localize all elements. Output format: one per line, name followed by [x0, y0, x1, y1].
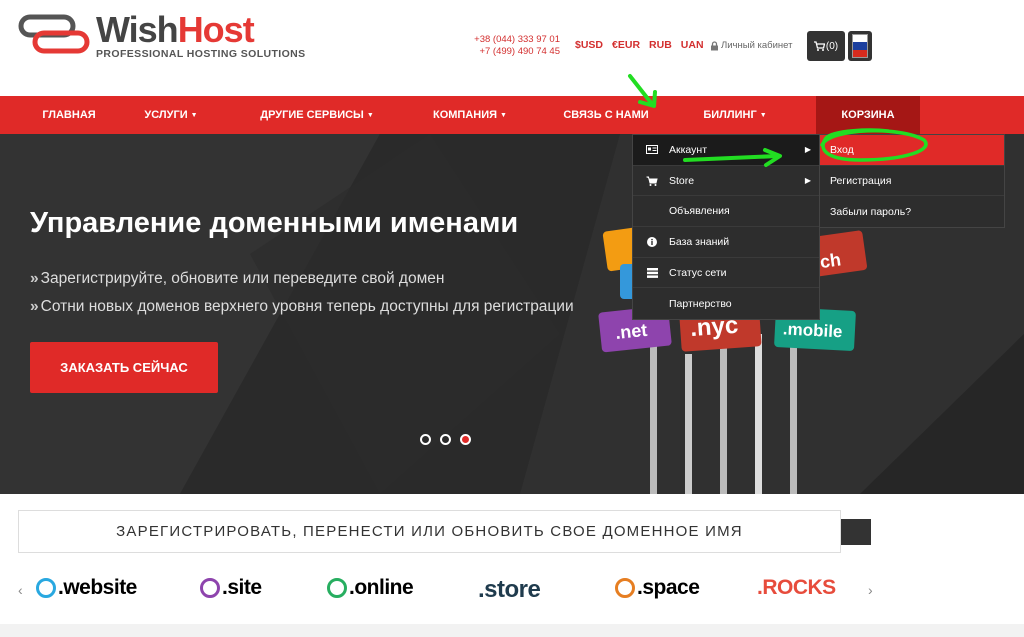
chevron-right-icon[interactable]: › [868, 582, 873, 598]
caret-right-icon: ▶ [804, 145, 811, 155]
site-header: WishHost PROFESSIONAL HOSTING SOLUTIONS … [0, 0, 1024, 96]
cart-icon [813, 41, 825, 51]
submenu-login[interactable]: Вход [820, 135, 1004, 166]
server-icon [639, 267, 665, 278]
sign-mobile: .mobile [782, 319, 842, 341]
cart-count: (0) [825, 40, 839, 52]
nav-company[interactable]: КОМПАНИЯ ▼ [430, 96, 510, 134]
tld-site[interactable]: .site [200, 576, 262, 600]
submenu-forgot-password[interactable]: Забыли пароль? [820, 196, 1004, 227]
slider-dot-1[interactable] [420, 434, 431, 445]
nav-home[interactable]: ГЛАВНАЯ [0, 96, 138, 134]
nav-contact[interactable]: СВЯЗЬ С НАМИ [510, 96, 702, 134]
language-button[interactable] [848, 31, 872, 61]
cart-button[interactable]: (0) [807, 31, 845, 61]
currency-uan[interactable]: UAN [681, 39, 704, 51]
tld-store[interactable]: .store [478, 576, 541, 604]
tld-rocks[interactable]: .ROCKS [757, 576, 836, 600]
domain-search-button[interactable] [841, 519, 871, 545]
double-chevron-icon: » [30, 298, 39, 315]
sign-net: .net [614, 320, 648, 343]
globe-icon [327, 578, 347, 598]
cabinet-label: Личный кабинет [721, 40, 793, 51]
double-chevron-icon: » [30, 270, 39, 287]
logo[interactable]: WishHost PROFESSIONAL HOSTING SOLUTIONS [18, 10, 306, 60]
tld-space[interactable]: .space [615, 576, 700, 600]
domain-search-bar[interactable]: ЗАРЕГИСТРИРОВАТЬ, ПЕРЕНЕСТИ ИЛИ ОБНОВИТЬ… [18, 510, 841, 553]
billing-item-account[interactable]: Аккаунт ▶ [633, 135, 819, 166]
logo-mark-icon [18, 14, 90, 54]
hero-title: Управление доменными именами [30, 207, 519, 239]
hero-line-1: » Зарегистрируйте, обновите или переведит… [30, 270, 445, 287]
order-now-button[interactable]: ЗАКАЗАТЬ СЕЙЧАС [30, 342, 218, 393]
tld-carousel: ‹ .website .site .online .store .space .… [0, 570, 1024, 616]
nav-cart[interactable]: КОРЗИНА [816, 96, 920, 134]
page: WishHost PROFESSIONAL HOSTING SOLUTIONS … [0, 0, 1024, 637]
billing-item-knowledgebase[interactable]: База знаний [633, 227, 819, 258]
tld-online[interactable]: .online [327, 576, 414, 600]
caret-down-icon: ▼ [366, 111, 374, 119]
caret-down-icon: ▼ [500, 111, 507, 119]
logo-name: WishHost [96, 9, 255, 50]
tld-site-icon [200, 578, 220, 598]
cabinet-link[interactable]: Личный кабинет [710, 40, 792, 51]
logo-tagline: PROFESSIONAL HOSTING SOLUTIONS [96, 48, 306, 60]
main-nav: ГЛАВНАЯ УСЛУГИ ▼ ДРУГИЕ СЕРВИСЫ ▼ КОМПАНИЯ… [0, 96, 1024, 134]
chevron-left-icon[interactable]: ‹ [18, 582, 23, 598]
currency-eur[interactable]: €EUR [612, 39, 640, 51]
tld-space-icon [615, 578, 635, 598]
nav-services[interactable]: УСЛУГИ ▼ [138, 96, 204, 134]
slider-dot-3[interactable] [460, 434, 471, 445]
slider-dot-2[interactable] [440, 434, 451, 445]
currency-usd[interactable]: $USD [575, 39, 603, 51]
tld-website[interactable]: .website [36, 576, 137, 600]
cart-icon [639, 176, 665, 186]
billing-dropdown: Аккаунт ▶ Store ▶ Объявления База знаний… [632, 134, 820, 321]
info-icon [639, 236, 665, 247]
currency-rub[interactable]: RUB [649, 39, 672, 51]
account-submenu: Вход Регистрация Забыли пароль? [819, 134, 1005, 229]
caret-down-icon: ▼ [190, 111, 198, 119]
nav-billing[interactable]: БИЛЛИНГ ▼ [702, 96, 768, 134]
nav-other-services[interactable]: ДРУГИЕ СЕРВИСЫ ▼ [204, 96, 430, 134]
footer-strip [0, 624, 1024, 637]
phone-ua[interactable]: +38 (044) 333 97 01 [466, 34, 560, 46]
submenu-register[interactable]: Регистрация [820, 166, 1004, 197]
tld-website-icon [36, 578, 56, 598]
billing-item-announcements[interactable]: Объявления [633, 196, 819, 228]
russia-flag-icon [852, 34, 868, 58]
hero-line-2: » Сотни новых доменов верхнего уровня теп… [30, 298, 574, 315]
billing-item-network-status[interactable]: Статус сети [633, 258, 819, 289]
phone-numbers: +38 (044) 333 97 01 +7 (499) 490 74 45 [466, 34, 560, 58]
currency-switcher: $USD €EUR RUB UAN [575, 39, 704, 51]
phone-ru[interactable]: +7 (499) 490 74 45 [466, 46, 560, 58]
billing-item-store[interactable]: Store ▶ [633, 166, 819, 197]
slider-dots [420, 434, 471, 445]
lock-icon [711, 40, 718, 50]
id-card-icon [639, 145, 665, 155]
caret-right-icon: ▶ [804, 176, 811, 186]
caret-down-icon: ▼ [759, 111, 767, 119]
billing-item-affiliates[interactable]: Партнерство [633, 288, 819, 319]
